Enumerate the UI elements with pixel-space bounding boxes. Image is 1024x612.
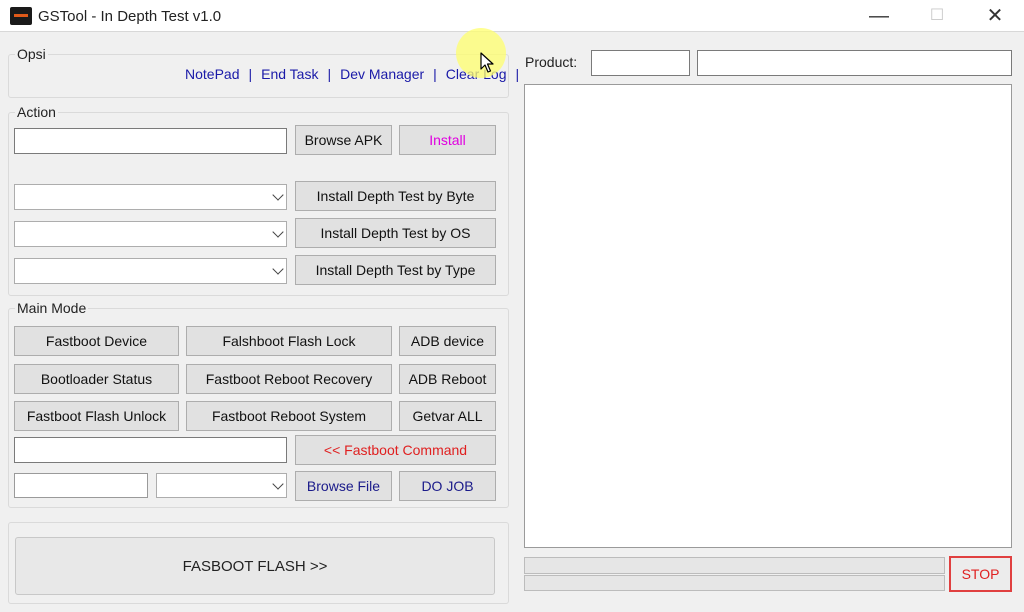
title-bar: GSTool - In Depth Test v1.0 — ☐ ✕ [0, 0, 1024, 32]
product-field-1[interactable] [591, 50, 690, 76]
os-select[interactable] [14, 221, 287, 247]
file-field[interactable] [14, 473, 148, 498]
mouse-pointer-icon [480, 52, 496, 74]
product-field-2[interactable] [697, 50, 1012, 76]
link-separator: | [433, 66, 437, 82]
do-job-button[interactable]: DO JOB [399, 471, 496, 501]
browse-file-button[interactable]: Browse File [295, 471, 392, 501]
install-button[interactable]: Install [399, 125, 496, 155]
action-label: Action [15, 104, 58, 120]
adb-reboot-button[interactable]: ADB Reboot [399, 364, 496, 394]
product-label: Product: [525, 54, 578, 70]
window-title: GSTool - In Depth Test v1.0 [38, 8, 222, 25]
link-separator: | [248, 66, 253, 82]
install-by-byte-button[interactable]: Install Depth Test by Byte [295, 181, 496, 211]
type-select[interactable] [14, 258, 287, 284]
fastboot-command-input[interactable] [14, 437, 287, 463]
browse-apk-button[interactable]: Browse APK [295, 125, 392, 155]
end-task-link[interactable]: End Task [261, 66, 318, 82]
fasboot-flash-button[interactable]: FASBOOT FLASH >> [15, 537, 495, 595]
chevron-down-icon [272, 477, 284, 490]
close-button[interactable]: ✕ [972, 0, 1018, 32]
log-output[interactable] [524, 84, 1012, 548]
apk-path-input[interactable] [14, 128, 287, 154]
adb-device-button[interactable]: ADB device [399, 326, 496, 356]
opsi-label: Opsi [15, 46, 48, 62]
reboot-recovery-button[interactable]: Fastboot Reboot Recovery [186, 364, 392, 394]
minimize-button[interactable]: — [856, 0, 902, 32]
notepad-link[interactable]: NotePad [185, 66, 239, 82]
maximize-button[interactable]: ☐ [914, 0, 960, 32]
fastboot-command-button[interactable]: << Fastboot Command [295, 435, 496, 465]
progress-bar-top [524, 557, 945, 574]
app-icon [10, 7, 32, 25]
bootloader-status-button[interactable]: Bootloader Status [14, 364, 179, 394]
stop-button[interactable]: STOP [949, 556, 1012, 592]
chevron-down-icon [272, 189, 284, 201]
reboot-system-button[interactable]: Fastboot Reboot System [186, 401, 392, 431]
getvar-all-button[interactable]: Getvar ALL [399, 401, 496, 431]
link-separator: | [515, 66, 520, 82]
fastboot-device-button[interactable]: Fastboot Device [14, 326, 179, 356]
byte-select[interactable] [14, 184, 287, 210]
main-mode-label: Main Mode [15, 300, 89, 316]
chevron-down-icon [272, 263, 284, 275]
install-by-os-button[interactable]: Install Depth Test by OS [295, 218, 496, 248]
dev-manager-link[interactable]: Dev Manager [340, 66, 424, 82]
chevron-down-icon [272, 226, 284, 238]
progress-bar-bottom [524, 575, 945, 591]
flash-lock-button[interactable]: Falshboot Flash Lock [186, 326, 392, 356]
file-select[interactable] [156, 473, 287, 498]
flash-unlock-button[interactable]: Fastboot Flash Unlock [14, 401, 179, 431]
install-by-type-button[interactable]: Install Depth Test by Type [295, 255, 496, 285]
link-separator: | [327, 66, 332, 82]
